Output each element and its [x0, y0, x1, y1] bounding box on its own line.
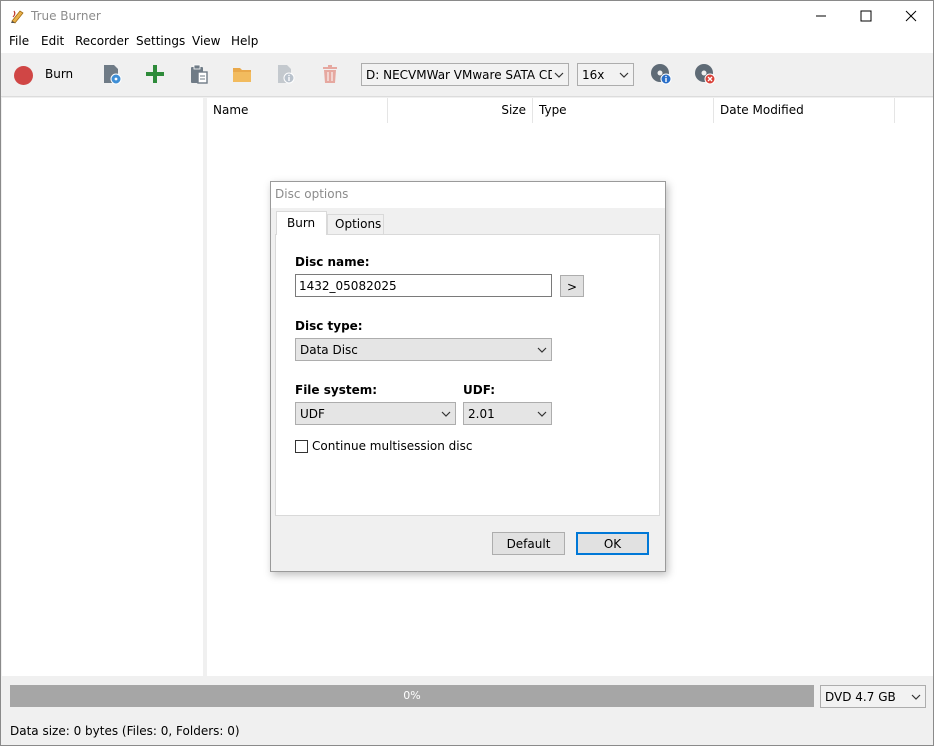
folder-icon[interactable] — [231, 63, 253, 85]
dialog-title-bar: Disc options — [271, 182, 665, 208]
chevron-down-icon — [911, 694, 921, 700]
delete-icon[interactable] — [319, 63, 341, 85]
title-bar: True Burner — [1, 1, 933, 31]
column-header-type[interactable]: Type — [533, 98, 714, 123]
disc-type-value: Data Disc — [300, 343, 358, 357]
drive-value: D: NECVMWar VMware SATA CD01 — [366, 68, 552, 82]
disc-info-icon[interactable] — [650, 63, 672, 85]
disc-options-dialog: Disc options Burn Options Disc name: 143… — [270, 181, 666, 572]
maximize-icon[interactable] — [843, 1, 889, 31]
add-icon[interactable] — [144, 63, 166, 85]
chevron-down-icon — [537, 347, 547, 353]
drive-select[interactable]: D: NECVMWar VMware SATA CD01 — [361, 63, 569, 86]
progress-text: 0% — [403, 689, 421, 702]
file-info-icon[interactable] — [275, 63, 297, 85]
chevron-down-icon — [619, 72, 629, 78]
speed-select[interactable]: 16x — [577, 63, 634, 86]
paste-icon[interactable] — [188, 63, 210, 85]
disc-name-field[interactable]: 1432_05082025 — [295, 274, 552, 297]
default-button[interactable]: Default — [492, 532, 565, 555]
burn-button[interactable]: Burn — [7, 57, 77, 93]
ok-button[interactable]: OK — [576, 532, 649, 555]
disc-name-label: Disc name: — [295, 255, 370, 269]
chevron-down-icon — [554, 72, 564, 78]
file-system-select[interactable]: UDF — [295, 402, 456, 425]
file-system-value: UDF — [300, 407, 325, 421]
status-text: Data size: 0 bytes (Files: 0, Folders: 0… — [10, 724, 240, 738]
udf-version-value: 2.01 — [468, 407, 495, 421]
menu-recorder[interactable]: Recorder — [75, 34, 129, 48]
disc-size-value: DVD 4.7 GB — [825, 690, 896, 704]
udf-version-select[interactable]: 2.01 — [463, 402, 552, 425]
speed-value: 16x — [582, 68, 605, 82]
column-header-date-modified[interactable]: Date Modified — [714, 98, 895, 123]
close-icon[interactable] — [888, 1, 934, 31]
toolbar: Burn D: NECVMWar VMware SATA CD01 16x — [1, 53, 933, 97]
menu-settings[interactable]: Settings — [136, 34, 185, 48]
chevron-down-icon — [537, 411, 547, 417]
multisession-checkbox[interactable] — [295, 440, 308, 453]
udf-label: UDF: — [463, 383, 496, 397]
menu-bar: File Edit Recorder Settings View Help — [1, 31, 933, 53]
menu-help[interactable]: Help — [231, 34, 258, 48]
column-header-size[interactable]: Size — [388, 98, 533, 123]
menu-view[interactable]: View — [192, 34, 220, 48]
burn-progress-bar: 0% — [10, 685, 814, 707]
disc-image-icon[interactable] — [101, 63, 123, 85]
minimize-icon[interactable] — [798, 1, 844, 31]
disc-erase-icon[interactable] — [694, 63, 716, 85]
disc-size-select[interactable]: DVD 4.7 GB — [820, 685, 926, 708]
folder-tree-panel[interactable] — [2, 98, 203, 676]
column-header-name[interactable]: Name — [207, 98, 388, 123]
app-logo-icon — [11, 10, 24, 24]
chevron-down-icon — [441, 411, 451, 417]
tab-options[interactable]: Options — [327, 214, 384, 235]
disc-name-value: 1432_05082025 — [299, 279, 397, 293]
menu-edit[interactable]: Edit — [41, 34, 64, 48]
tab-burn[interactable]: Burn — [276, 211, 327, 235]
window-title: True Burner — [31, 9, 101, 23]
disc-name-more-button[interactable]: > — [560, 275, 584, 297]
disc-type-label: Disc type: — [295, 319, 363, 333]
file-system-label: File system: — [295, 383, 378, 397]
menu-file[interactable]: File — [9, 34, 29, 48]
burn-icon — [14, 66, 33, 85]
disc-type-select[interactable]: Data Disc — [295, 338, 552, 361]
burn-label: Burn — [45, 67, 74, 81]
app-window: True Burner File Edit Recorder Settings … — [0, 0, 934, 746]
multisession-label[interactable]: Continue multisession disc — [312, 439, 472, 453]
burn-tab-panel: Disc name: 1432_05082025 > Disc type: Da… — [275, 234, 660, 516]
dialog-title: Disc options — [275, 187, 349, 201]
